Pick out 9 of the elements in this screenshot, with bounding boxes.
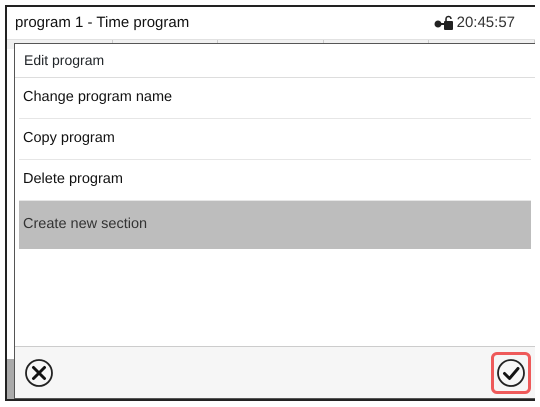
menu-item[interactable]: Change program name	[19, 78, 531, 119]
dialog-title: Edit program	[15, 44, 535, 78]
close-icon	[24, 358, 54, 388]
clock-time: 20:45:57	[456, 12, 515, 33]
checkmark-icon	[496, 358, 526, 388]
window-title: program 1 - Time program	[15, 12, 190, 33]
menu-item[interactable]: Create new section	[19, 201, 531, 249]
menu-item[interactable]: Copy program	[19, 119, 531, 160]
confirm-button[interactable]	[491, 352, 531, 394]
